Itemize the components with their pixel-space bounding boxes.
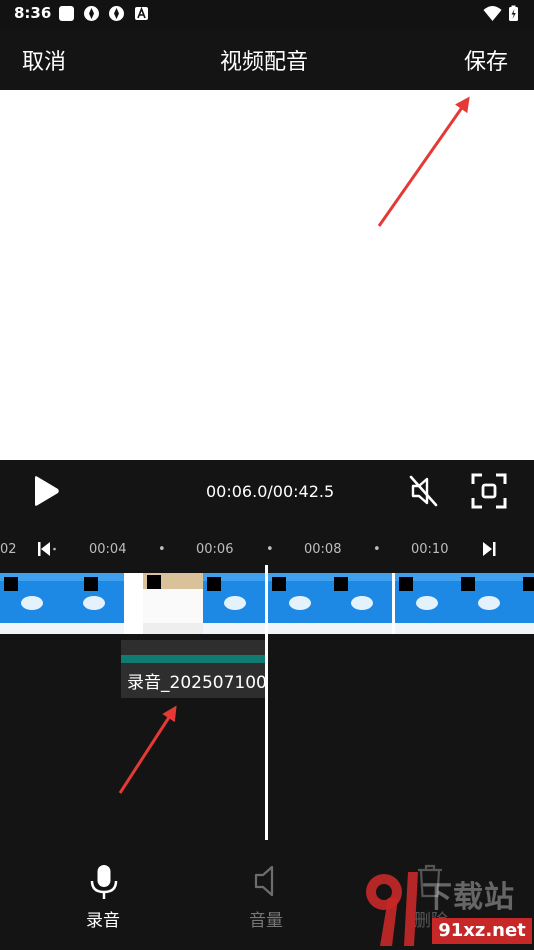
watermark-text: 91xz.net <box>432 918 532 944</box>
speaker-icon <box>254 865 274 897</box>
watermark-logo: 下载站 91xz.net <box>362 862 534 950</box>
watermark-subtext: 下载站 <box>422 880 515 915</box>
annotation-arrows <box>118 96 470 794</box>
microphone-icon <box>90 865 118 899</box>
record-label: 录音 <box>86 911 120 931</box>
watermark-91-icon <box>366 872 418 946</box>
arrow-to-clip <box>118 705 177 794</box>
arrow-to-save <box>377 96 470 227</box>
volume-label: 音量 <box>249 911 283 931</box>
